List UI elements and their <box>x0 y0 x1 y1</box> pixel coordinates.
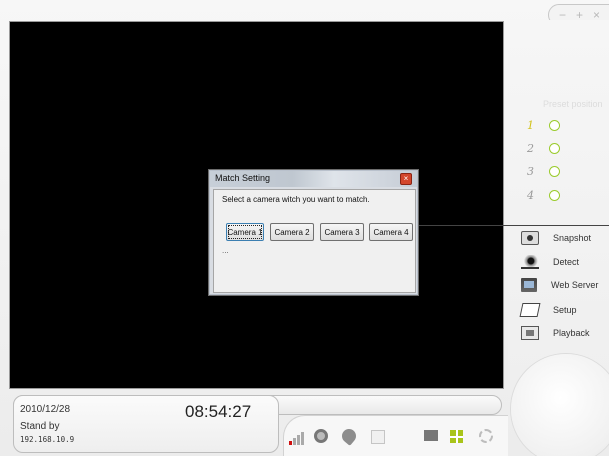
camera-number: 1 <box>527 119 534 132</box>
camera-3-button[interactable]: Camera 3 <box>320 223 364 241</box>
signal-strength-icon[interactable] <box>289 431 307 445</box>
status-ip: 192.168.10.9 <box>20 435 75 444</box>
menu-snapshot[interactable]: Snapshot <box>521 231 591 245</box>
camera-number: 4 <box>527 189 534 202</box>
window-icon[interactable] <box>371 430 385 444</box>
camera-row-1[interactable]: 1 <box>527 119 560 132</box>
status-state: Stand by <box>20 421 60 432</box>
status-time: 08:54:27 <box>185 402 252 421</box>
camera-2-button[interactable]: Camera 2 <box>270 223 314 241</box>
camera-1-button[interactable]: Camera 1 <box>226 223 264 241</box>
menu-setup[interactable]: Setup <box>519 303 577 317</box>
eye-icon <box>521 255 539 269</box>
menu-label: Web Server <box>551 280 599 290</box>
ptz-icon[interactable] <box>314 429 328 443</box>
camera-icon <box>521 231 539 245</box>
callout-arrow <box>384 222 609 228</box>
camera-row-2[interactable]: 2 <box>527 142 560 155</box>
single-view-icon[interactable] <box>424 430 438 441</box>
dialog-ellipsis: ... <box>222 246 229 255</box>
camera-number: 3 <box>527 165 534 178</box>
menu-label: Setup <box>553 305 577 315</box>
menu-playback[interactable]: Playback <box>521 326 590 340</box>
playback-icon <box>521 326 539 340</box>
dialog-prompt: Select a camera witch you want to match. <box>222 195 370 204</box>
camera-status-dot[interactable] <box>549 143 560 154</box>
dialog-close-icon[interactable]: × <box>400 173 412 185</box>
menu-web-server[interactable]: Web Server <box>521 278 598 292</box>
app-window: − + × Preset position 1 2 3 4 Snapshot D… <box>0 0 609 456</box>
camera-4-button[interactable]: Camera 4 <box>369 223 413 241</box>
dialog-title: Match Setting <box>215 173 271 183</box>
match-setting-dialog: Match Setting × Select a camera witch yo… <box>208 169 419 296</box>
menu-label: Playback <box>553 328 590 338</box>
preset-label: Preset position <box>543 99 603 109</box>
monitor-icon <box>521 278 537 292</box>
camera-status-dot[interactable] <box>549 120 560 131</box>
menu-label: Snapshot <box>553 233 592 243</box>
camera-number: 2 <box>527 142 534 155</box>
menu-label: Detect <box>553 257 580 267</box>
dialog-body: Select a camera witch you want to match.… <box>213 189 416 293</box>
camera-status-dot[interactable] <box>549 166 560 177</box>
camera-row-3[interactable]: 3 <box>527 165 560 178</box>
camera-row-4[interactable]: 4 <box>527 189 560 202</box>
dialog-titlebar[interactable]: Match Setting × <box>210 171 417 187</box>
refresh-icon[interactable] <box>479 429 493 443</box>
status-date: 2010/12/28 <box>20 404 71 415</box>
quad-view-icon[interactable] <box>450 430 463 443</box>
menu-detect[interactable]: Detect <box>521 255 579 269</box>
camera-status-dot[interactable] <box>549 190 560 201</box>
setup-icon <box>519 303 541 317</box>
